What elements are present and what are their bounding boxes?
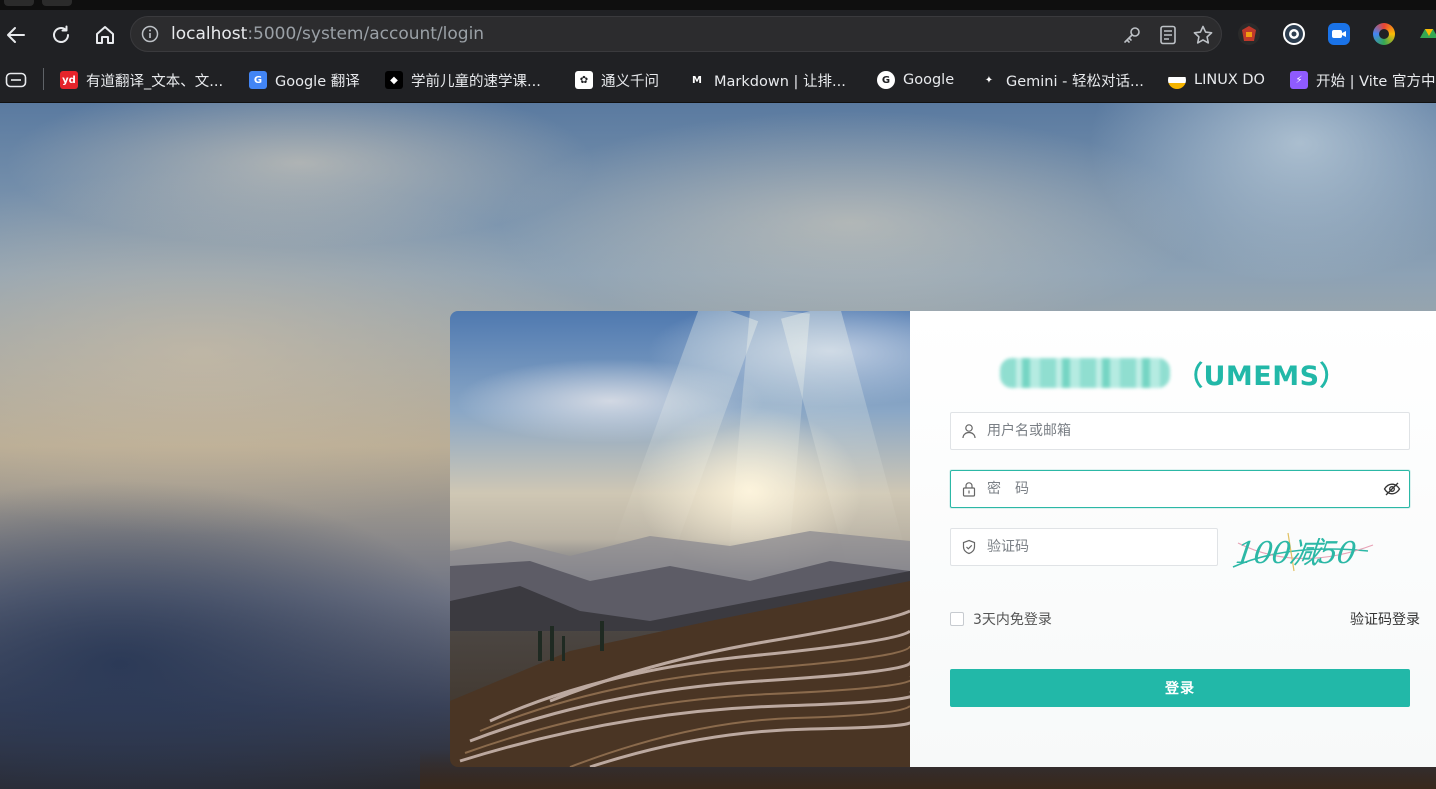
password-key-button[interactable] (1121, 24, 1143, 46)
bookmark-label: 学前儿童的速学课... (411, 73, 541, 90)
bookmark-item[interactable]: yd 有道翻译_文本、文... (60, 69, 223, 91)
window-top-strip (0, 0, 1436, 10)
bookmark-item[interactable]: G Google 翻译 (249, 69, 360, 91)
rice-terraces-graphic (450, 581, 910, 767)
extension-icon-4[interactable] (1373, 23, 1395, 45)
lock-icon (962, 482, 976, 497)
url-host: localhost (171, 24, 248, 44)
password-input[interactable] (987, 471, 1367, 507)
extension-icon-3[interactable] (1328, 23, 1350, 45)
user-icon (962, 424, 976, 439)
extension-icon-2[interactable] (1283, 23, 1305, 45)
linuxdo-icon (1168, 71, 1186, 89)
shield-check-icon (962, 539, 976, 555)
camera-extension-icon (1332, 30, 1346, 38)
url-path: :5000/system/account/login (247, 24, 485, 44)
bookmark-item[interactable]: M Markdown | 让排... (688, 69, 846, 91)
course-icon: ◆ (385, 71, 403, 89)
reader-mode-button[interactable] (1157, 24, 1179, 46)
drive-extension-icon (1420, 29, 1436, 38)
star-icon (1193, 25, 1213, 44)
login-form: （UMEMS） 100减50 (910, 311, 1436, 767)
bookmark-label: 通义千问 (601, 73, 659, 90)
hero-landscape-image (450, 311, 910, 767)
browser-toolbar: localhost:5000/system/account/login (0, 10, 1436, 58)
page-background: （UMEMS） 100减50 (0, 103, 1436, 789)
bookmark-item[interactable]: ✦ Gemini - 轻松对话... (980, 69, 1144, 91)
google-translate-icon: G (249, 71, 267, 89)
captcha-login-link[interactable]: 验证码登录 (1350, 609, 1420, 629)
captcha-input[interactable] (987, 529, 1207, 565)
site-info-icon[interactable] (141, 25, 159, 43)
username-field[interactable] (950, 412, 1410, 450)
back-button[interactable] (3, 22, 29, 48)
arrow-left-icon (7, 27, 25, 43)
bookmark-item[interactable]: LINUX DO (1168, 69, 1265, 91)
bookmark-label: Google (903, 72, 955, 88)
home-icon (96, 26, 114, 44)
bookmark-item[interactable]: ⚡ 开始 | Vite 官方中... (1290, 69, 1436, 91)
bookmark-star-button[interactable] (1192, 24, 1214, 46)
captcha-field[interactable] (950, 528, 1218, 566)
remember-me[interactable]: 3天内免登录 (950, 609, 1052, 629)
address-bar[interactable]: localhost:5000/system/account/login (130, 16, 1222, 52)
tongyi-icon: ✿ (575, 71, 593, 89)
markdown-icon: M (688, 71, 706, 89)
extension-icon-1[interactable] (1238, 23, 1260, 45)
home-button[interactable] (92, 22, 118, 48)
bookmark-label: Google 翻译 (275, 73, 360, 90)
color-extension-icon (1379, 29, 1389, 39)
bookmark-label: Markdown | 让排... (714, 73, 846, 90)
shield-extension-icon (1242, 26, 1256, 41)
google-icon: G (877, 71, 895, 89)
url-text[interactable]: localhost:5000/system/account/login (171, 24, 484, 44)
login-button[interactable]: 登录 (950, 669, 1410, 707)
title-suffix: （UMEMS） (1176, 360, 1348, 392)
bookmark-item[interactable]: G Google (877, 69, 954, 91)
bookmark-item[interactable]: ◆ 学前儿童的速学课... (385, 69, 541, 91)
bookmark-label: 开始 | Vite 官方中... (1316, 73, 1436, 90)
key-icon (1124, 27, 1140, 43)
globe-extension-icon (1285, 25, 1303, 43)
eye-toggle-icon[interactable] (1383, 481, 1401, 497)
tab-list-icon (5, 72, 27, 88)
bookmark-label: Gemini - 轻松对话... (1006, 73, 1144, 90)
bookmarks-separator (43, 68, 44, 90)
reload-button[interactable] (48, 22, 74, 48)
tab-stub[interactable] (4, 0, 34, 6)
captcha-text: 100减50 (1233, 536, 1358, 571)
extension-icon-5[interactable] (1418, 23, 1436, 45)
tab-stub[interactable] (42, 0, 72, 6)
bookmark-label: LINUX DO (1194, 72, 1265, 88)
username-input[interactable] (987, 413, 1367, 449)
login-card: （UMEMS） 100减50 (450, 311, 1436, 767)
system-title: （UMEMS） (1000, 349, 1347, 397)
tab-search-button[interactable] (5, 69, 27, 91)
title-redacted-text (1000, 358, 1170, 388)
bookmark-item[interactable]: ✿ 通义千问 (575, 69, 659, 91)
gemini-icon: ✦ (980, 71, 998, 89)
reader-icon (1160, 25, 1176, 45)
youdao-icon: yd (60, 71, 78, 89)
reload-icon (53, 25, 69, 43)
bookmark-label: 有道翻译_文本、文... (86, 73, 224, 90)
vite-icon: ⚡ (1290, 71, 1308, 89)
remember-checkbox[interactable] (950, 612, 964, 626)
password-field[interactable] (950, 470, 1410, 508)
captcha-image[interactable]: 100减50 (1228, 523, 1378, 575)
remember-label: 3天内免登录 (973, 612, 1052, 628)
